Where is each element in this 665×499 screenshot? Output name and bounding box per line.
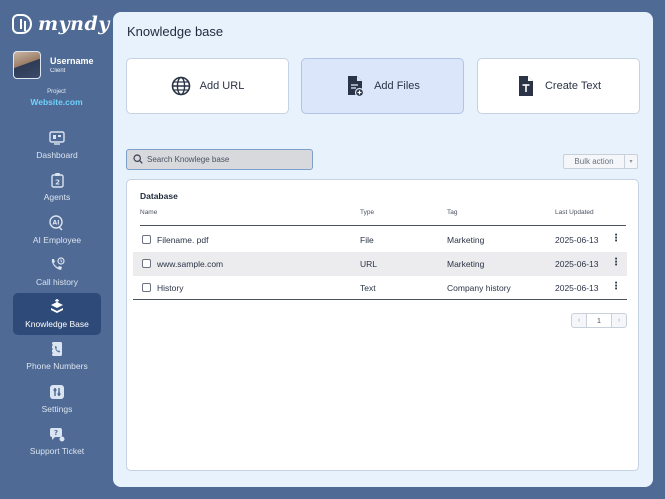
- call-history-icon: [49, 257, 65, 273]
- bulk-action-select[interactable]: Bulk action ▾: [563, 154, 638, 169]
- add-url-label: Add URL: [199, 80, 245, 92]
- sidebar-item-label: Knowledge Base: [25, 319, 89, 329]
- more-options-icon[interactable]: ⋮: [611, 257, 621, 268]
- row-name: History: [157, 283, 184, 293]
- phone-numbers-icon: [49, 341, 65, 357]
- column-header-last-updated: Last Updated: [555, 209, 594, 216]
- sidebar-item-settings[interactable]: Settings: [13, 378, 101, 420]
- sidebar-item-ai-employee[interactable]: AI AI Employee: [13, 209, 101, 251]
- sidebar-item-label: AI Employee: [32, 234, 82, 245]
- row-type: File: [360, 235, 374, 245]
- row-tag: Marketing: [447, 235, 485, 245]
- row-name: www.sample.com: [157, 259, 224, 269]
- settings-icon: [49, 384, 65, 400]
- bulk-action-label: Bulk action: [574, 157, 614, 166]
- pagination: ‹ 1 ›: [571, 313, 627, 328]
- column-header-tag: Tag: [447, 209, 458, 216]
- row-updated: 2025-06-13: [555, 235, 599, 245]
- table-row[interactable]: History Text Company history 2025-06-13 …: [133, 276, 627, 300]
- row-type: URL: [360, 259, 378, 269]
- search-icon: [133, 153, 143, 166]
- dashboard-icon: [49, 130, 65, 146]
- table-row[interactable]: Filename. pdf File Marketing 2025-06-13 …: [133, 228, 627, 252]
- table-header: Name Type Tag Last Updated: [140, 209, 626, 226]
- create-text-button[interactable]: Create Text: [477, 58, 640, 114]
- project-label: Project: [47, 89, 66, 95]
- sidebar-item-dashboard[interactable]: Dashboard: [13, 124, 101, 166]
- svg-text:?: ?: [54, 429, 58, 437]
- more-options-icon[interactable]: ⋮: [611, 281, 621, 292]
- add-files-button[interactable]: Add Files: [301, 58, 464, 114]
- project-selector[interactable]: Project Website.com: [0, 89, 113, 107]
- row-type: Text: [360, 283, 376, 293]
- project-value: Website.com: [30, 97, 83, 107]
- create-text-label: Create Text: [544, 80, 602, 92]
- row-checkbox[interactable]: [142, 235, 151, 244]
- row-checkbox[interactable]: [142, 259, 151, 268]
- user-role: Client: [50, 68, 66, 74]
- knowledge-base-icon: [49, 299, 65, 315]
- support-ticket-icon: ?: [49, 426, 65, 442]
- row-tag: Company history: [447, 283, 511, 293]
- chevron-down-icon: ▾: [624, 155, 637, 168]
- row-name: Filename. pdf: [157, 235, 209, 245]
- column-header-type: Type: [360, 209, 375, 216]
- logo-mark-icon: [12, 14, 32, 34]
- add-url-button[interactable]: Add URL: [126, 58, 289, 114]
- brand-logo[interactable]: myndy: [12, 13, 110, 35]
- svg-text:2: 2: [55, 179, 60, 187]
- database-table: Database Name Type Tag Last Updated File…: [126, 179, 639, 471]
- table-title: Database: [140, 191, 178, 201]
- sidebar-item-agents[interactable]: 2 Agents: [13, 166, 101, 208]
- sidebar-item-label: Support Ticket: [29, 445, 85, 456]
- agents-icon: 2: [49, 172, 65, 188]
- more-options-icon[interactable]: ⋮: [611, 233, 621, 244]
- sidebar-item-label: Phone Numbers: [26, 361, 88, 372]
- sidebar-item-call-history[interactable]: Call history: [13, 251, 101, 293]
- avatar: [13, 51, 41, 79]
- sidebar-item-label: Settings: [41, 403, 73, 414]
- chevron-right-icon[interactable]: ›: [612, 314, 626, 327]
- add-file-icon: [345, 76, 365, 97]
- row-updated: 2025-06-13: [555, 283, 599, 293]
- table-row[interactable]: www.sample.com URL Marketing 2025-06-13 …: [133, 252, 627, 276]
- sidebar-item-label: Agents: [43, 192, 71, 203]
- page-title: Knowledge base: [127, 24, 224, 39]
- sidebar-item-phone-numbers[interactable]: Phone Numbers: [13, 335, 101, 377]
- user-profile[interactable]: Username Client: [13, 51, 94, 79]
- ai-employee-icon: AI: [49, 214, 65, 231]
- add-files-label: Add Files: [374, 80, 420, 92]
- search-placeholder: Search Knowlege base: [147, 155, 230, 164]
- sidebar-item-knowledge-base[interactable]: Knowledge Base: [13, 293, 101, 335]
- sidebar: myndy Username Client Project Website.co…: [0, 0, 113, 499]
- chevron-left-icon[interactable]: ‹: [572, 314, 586, 327]
- row-updated: 2025-06-13: [555, 259, 599, 269]
- globe-icon: [171, 76, 191, 96]
- svg-text:AI: AI: [53, 219, 60, 226]
- brand-name: myndy: [38, 13, 110, 35]
- column-header-name: Name: [140, 209, 158, 216]
- sidebar-item-support-ticket[interactable]: ? Support Ticket: [13, 420, 101, 462]
- user-name: Username: [50, 56, 94, 66]
- search-input[interactable]: Search Knowlege base: [126, 149, 313, 170]
- text-file-icon: [516, 76, 536, 96]
- main-content: Knowledge base Add URL Add Files Create …: [113, 12, 653, 487]
- row-tag: Marketing: [447, 259, 485, 269]
- sidebar-item-label: Call history: [35, 276, 79, 287]
- sidebar-nav: Dashboard 2 Agents AI AI Employee Call h…: [13, 124, 101, 462]
- page-number[interactable]: 1: [586, 314, 612, 327]
- sidebar-item-label: Dashboard: [36, 150, 78, 160]
- row-checkbox[interactable]: [142, 283, 151, 292]
